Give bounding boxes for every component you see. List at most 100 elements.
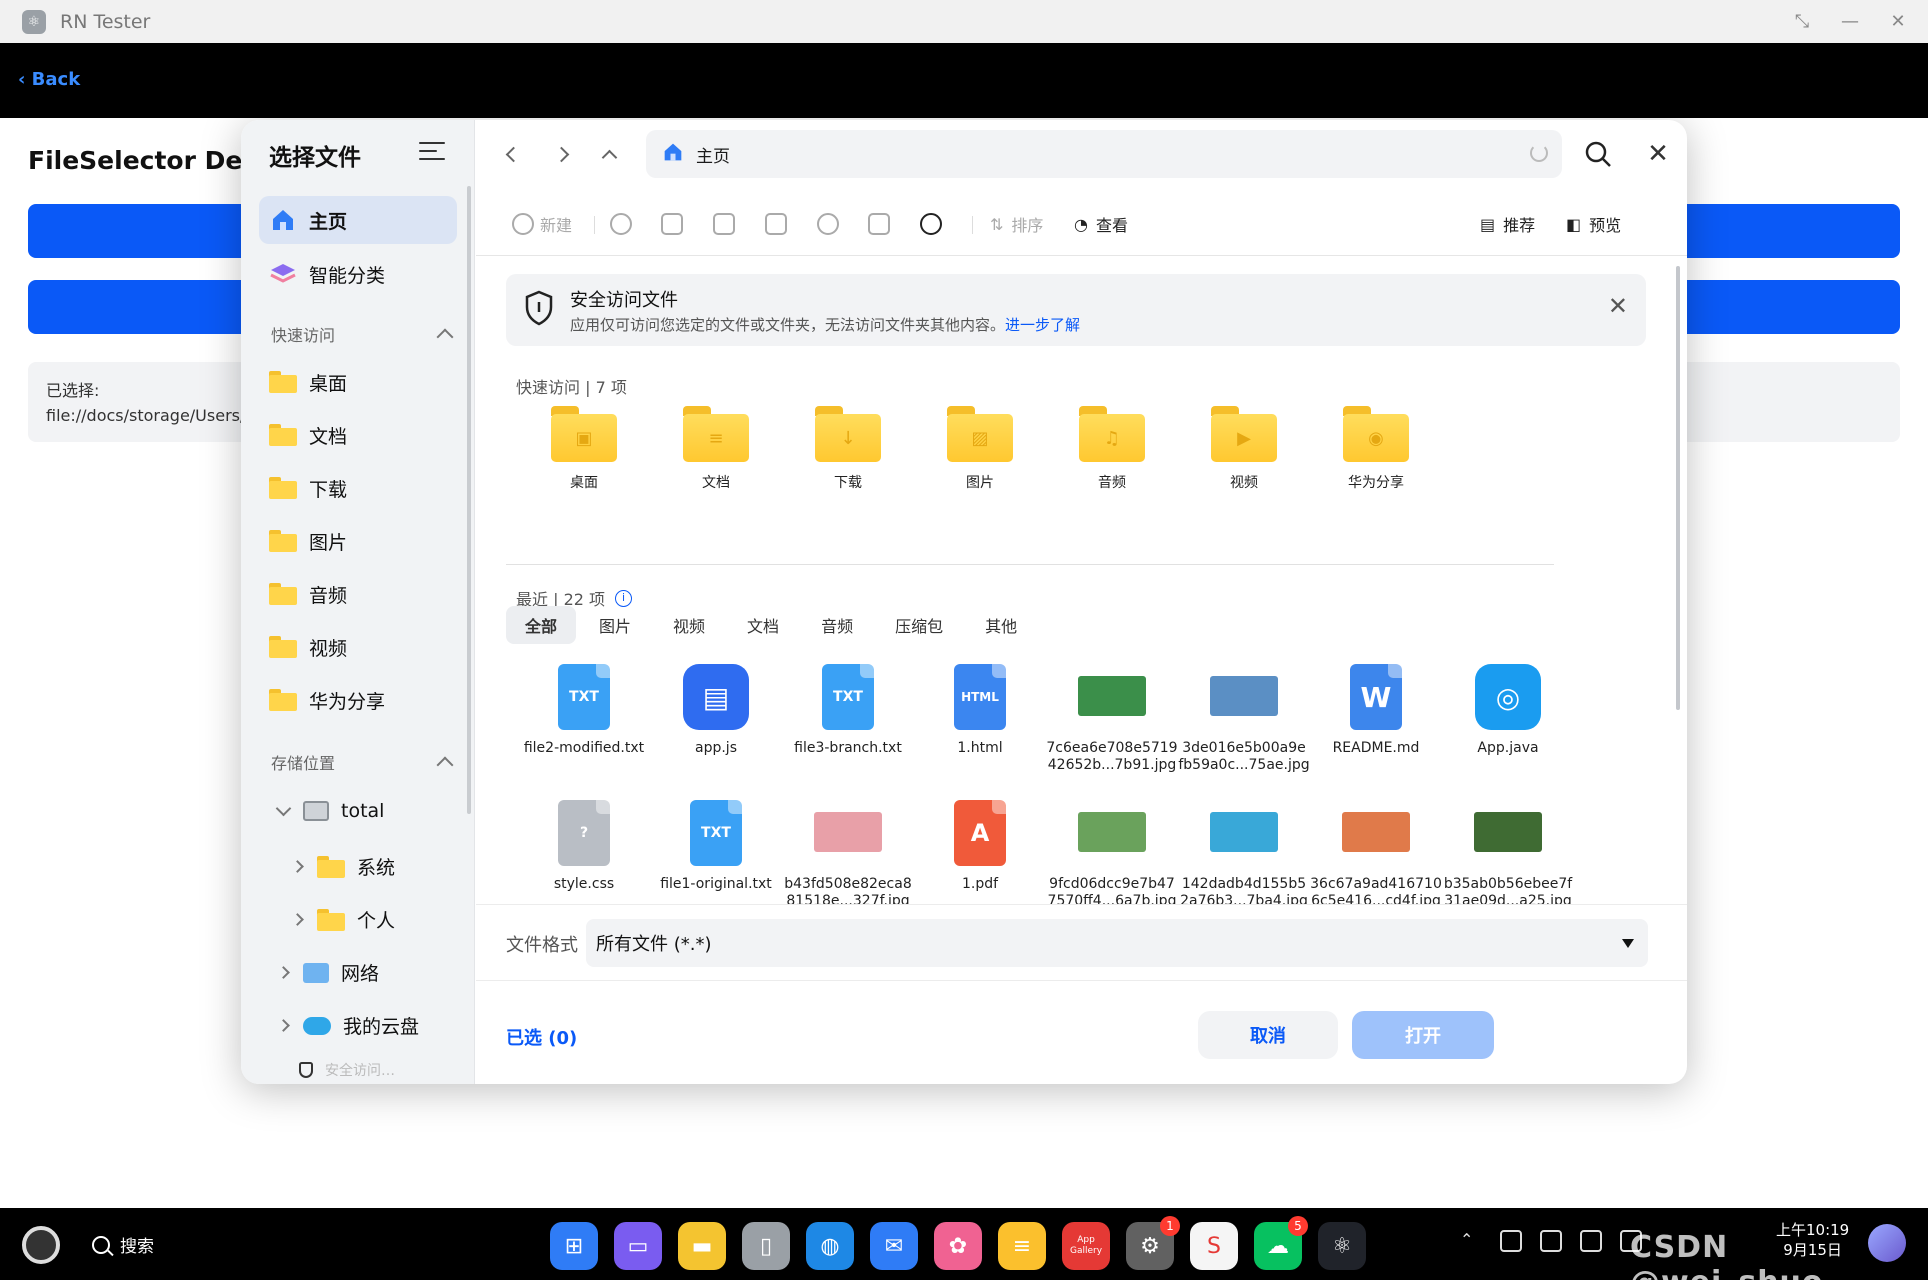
file-item[interactable]: TXT file2-modified.txt (518, 656, 650, 757)
delete-icon[interactable] (868, 212, 896, 236)
new-button[interactable]: 新建 (512, 212, 572, 236)
filter-tab[interactable]: 图片 (580, 606, 650, 644)
file-item[interactable]: ▤ app.js (650, 656, 782, 757)
sort-button[interactable]: ⇅ 排序 (990, 212, 1043, 236)
back-arrow-icon[interactable] (504, 142, 522, 166)
quick-folder-item[interactable]: ↓ 下载 (798, 406, 898, 492)
dock-app-app-launcher[interactable]: ⊞ (550, 1222, 598, 1270)
keyboard-icon[interactable] (1540, 1230, 1562, 1252)
restore-icon[interactable]: ⤡ (1792, 11, 1812, 32)
dock-app-wechat[interactable]: ☁ 5 (1254, 1216, 1308, 1270)
up-arrow-icon[interactable] (600, 142, 618, 166)
file-item[interactable]: 142dadb4d155b5 2a76b3...7ba4.jpg (1178, 792, 1310, 904)
storage-section[interactable]: 存储位置 (271, 750, 454, 774)
chevron-right-icon[interactable] (290, 860, 304, 873)
tree-item-network[interactable]: 网络 (273, 959, 379, 986)
paste-icon[interactable] (713, 212, 741, 236)
cancel-button[interactable]: 取消 (1198, 1011, 1338, 1059)
open-button[interactable]: 打开 (1352, 1011, 1494, 1059)
tree-item-partial[interactable]: 安全访问… (299, 1060, 395, 1080)
filter-tab[interactable]: 其他 (966, 606, 1036, 644)
dock-app-browser[interactable]: ◍ (806, 1222, 854, 1270)
view-button[interactable]: ◔ 查看 (1074, 212, 1128, 236)
copy-icon[interactable] (661, 212, 689, 236)
collapse-icon[interactable] (436, 328, 454, 346)
sidebar-item-documents[interactable]: 文档 (259, 411, 457, 459)
preview-button[interactable]: ◧ 预览 (1566, 212, 1621, 236)
dock-app-multitask[interactable]: ▭ (614, 1222, 662, 1270)
content-area[interactable]: 安全访问文件 应用仅可访问您选定的文件或文件夹，无法访问文件夹其他内容。进一步了… (476, 256, 1687, 904)
chevron-right-icon[interactable] (290, 913, 304, 926)
sidebar-item-smart-category[interactable]: 智能分类 (259, 250, 457, 298)
file-item[interactable]: TXT file1-original.txt (650, 792, 782, 893)
clock[interactable]: 上午10:19 9月15日 (1776, 1220, 1849, 1260)
volume-icon[interactable] (1580, 1230, 1602, 1252)
quick-folder-item[interactable]: ◉ 华为分享 (1326, 406, 1426, 492)
quick-folder-item[interactable]: ▨ 图片 (930, 406, 1030, 492)
move-icon[interactable] (765, 212, 793, 236)
content-scrollbar[interactable] (1676, 266, 1680, 710)
dock-app-recycle-bin[interactable]: ▯ (742, 1222, 790, 1270)
search-icon[interactable] (1584, 140, 1612, 168)
start-button[interactable] (22, 1226, 60, 1264)
file-item[interactable]: A 1.pdf (914, 792, 1046, 893)
file-item[interactable]: HTML 1.html (914, 656, 1046, 757)
filter-tab[interactable]: 文档 (728, 606, 798, 644)
filter-tab[interactable]: 全部 (506, 606, 577, 644)
dock-app-editor[interactable]: S (1190, 1222, 1238, 1270)
sidebar-item-audio[interactable]: 音频 (259, 570, 457, 618)
refresh-icon[interactable] (1530, 144, 1548, 162)
chevron-up-icon[interactable]: ⌃ (1460, 1230, 1482, 1252)
sidebar-item-pictures[interactable]: 图片 (259, 517, 457, 565)
tree-item-system[interactable]: 系统 (287, 853, 395, 880)
tree-item-personal[interactable]: 个人 (287, 906, 395, 933)
minimize-icon[interactable]: — (1840, 11, 1860, 32)
format-select[interactable]: 所有文件 (*.*) (586, 919, 1648, 967)
collapse-icon[interactable] (436, 756, 454, 774)
file-item[interactable]: ? style.css (518, 792, 650, 893)
chevron-right-icon[interactable] (276, 966, 290, 979)
file-item[interactable]: W README.md (1310, 656, 1442, 757)
sidebar-item-downloads[interactable]: 下载 (259, 464, 457, 512)
dock-app-app-gallery[interactable]: App Gallery (1062, 1222, 1110, 1270)
dropdown-arrow-icon[interactable] (1622, 939, 1634, 948)
banner-close-icon[interactable]: ✕ (1608, 292, 1628, 320)
close-dialog-icon[interactable]: ✕ (1644, 140, 1672, 168)
file-item[interactable]: b43fd508e82eca8 81518e...327f.jpg (782, 792, 914, 904)
taskbar-search[interactable]: 搜索 (92, 1232, 154, 1257)
ime-icon[interactable] (1500, 1230, 1522, 1252)
chevron-down-icon[interactable] (275, 800, 291, 816)
dock-app-gallery[interactable]: ✿ (934, 1222, 982, 1270)
file-item[interactable]: TXT file3-branch.txt (782, 656, 914, 757)
dock-app-files[interactable]: ▬ (678, 1222, 726, 1270)
quick-folder-item[interactable]: ▶ 视频 (1194, 406, 1294, 492)
quick-folder-item[interactable]: ≡ 文档 (666, 406, 766, 492)
sidebar-toggle-icon[interactable] (419, 142, 445, 166)
sidebar-item-desktop[interactable]: 桌面 (259, 358, 457, 406)
tree-item-total[interactable]: total (273, 800, 384, 822)
quick-folder-item[interactable]: ▣ 桌面 (534, 406, 634, 492)
dock-app-mail[interactable]: ✉ (870, 1222, 918, 1270)
sidebar-item-home[interactable]: 主页 (259, 196, 457, 244)
recommend-button[interactable]: ▤ 推荐 (1480, 212, 1535, 236)
quick-folder-item[interactable]: ♫ 音频 (1062, 406, 1162, 492)
file-item[interactable]: ◎ App.java (1442, 656, 1574, 757)
file-item[interactable]: 9fcd06dcc9e7b47 7570ff4...6a7b.jpg (1046, 792, 1178, 904)
sidebar-scrollbar[interactable] (467, 186, 471, 814)
file-item[interactable]: 7c6ea6e708e5719 42652b...7b91.jpg (1046, 656, 1178, 774)
avatar[interactable] (1868, 1224, 1906, 1262)
info-icon[interactable]: i (615, 589, 633, 607)
close-window-icon[interactable]: ✕ (1888, 11, 1908, 32)
chevron-right-icon[interactable] (276, 1019, 290, 1032)
dock-app-settings[interactable]: ⚙ 1 (1126, 1216, 1180, 1270)
sidebar-item-huawei-share[interactable]: 华为分享 (259, 676, 457, 724)
address-bar[interactable]: 主页 (646, 130, 1562, 178)
dock-app-notes[interactable]: ≡ (998, 1222, 1046, 1270)
forward-arrow-icon[interactable] (552, 142, 570, 166)
tree-item-cloud[interactable]: 我的云盘 (273, 1012, 419, 1039)
rename-icon[interactable] (817, 212, 845, 236)
back-button[interactable]: ‹ Back (18, 69, 80, 90)
filter-tab[interactable]: 压缩包 (876, 606, 962, 644)
file-item[interactable]: 3de016e5b00a9e fb59a0c...75ae.jpg (1178, 656, 1310, 774)
dock-app-react[interactable]: ⚛ (1318, 1222, 1366, 1270)
